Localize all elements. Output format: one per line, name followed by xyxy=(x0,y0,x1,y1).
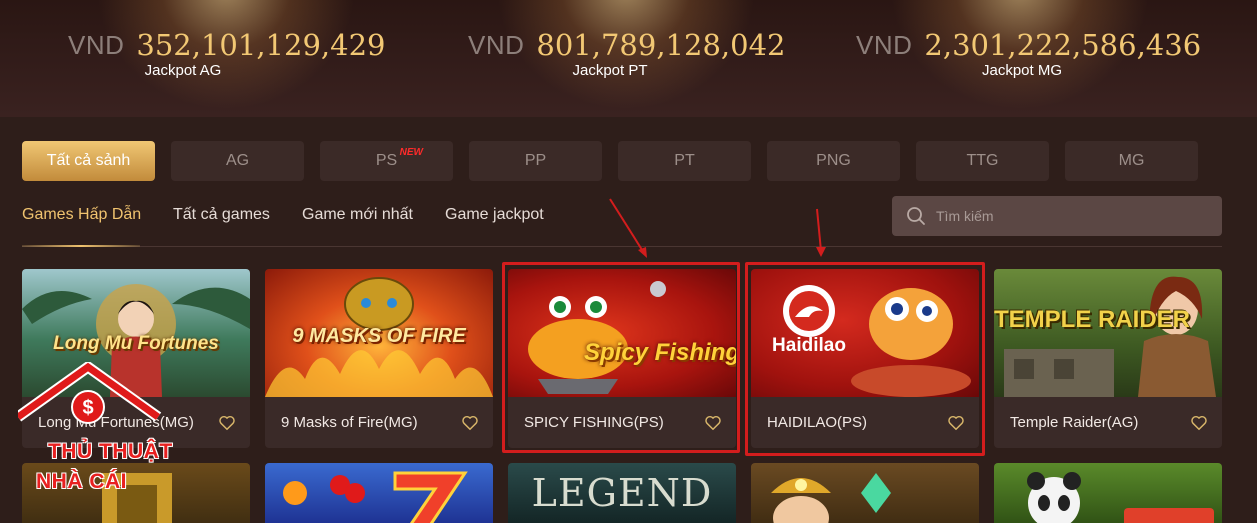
search-box[interactable] xyxy=(892,196,1222,236)
active-category-underline xyxy=(22,245,140,247)
provider-tab-png[interactable]: PNG xyxy=(767,141,900,181)
provider-tab-label: MG xyxy=(1118,152,1145,169)
heart-icon[interactable] xyxy=(218,414,236,432)
watermark-line1: THỦ THUẬT xyxy=(48,440,173,463)
game-thumbnail[interactable]: 9 MASKS OF FIRE xyxy=(265,269,493,397)
provider-tab-ag[interactable]: AG xyxy=(171,141,304,181)
watermark-line2: NHÀ CÁI xyxy=(36,470,127,493)
thumbnail-title: Long Mu Fortunes xyxy=(53,333,219,354)
category-tab-all-games[interactable]: Tất cả games xyxy=(173,206,270,224)
highlight-box xyxy=(745,262,985,456)
jackpot-mg: VND 2,301,222,586,436 Jackpot MG xyxy=(856,28,1201,79)
thumbnail-title: TEMPLE RAIDER xyxy=(994,306,1190,333)
jackpot-banner: VND 352,101,129,429 Jackpot AG VND 801,789… xyxy=(0,0,1257,117)
provider-tab-ttg[interactable]: TTG xyxy=(916,141,1049,181)
miner-art xyxy=(771,473,891,523)
game-card-row2-2[interactable] xyxy=(265,463,493,523)
provider-tab-label: Tất cả sảnh xyxy=(46,152,131,169)
provider-tab-label: AG xyxy=(225,152,250,169)
jackpot-value: 352,101,129,429 xyxy=(136,28,386,62)
category-tab-jackpot[interactable]: Game jackpot xyxy=(445,206,544,224)
jackpot-label: Jackpot MG xyxy=(981,62,1063,79)
game-card-temple-raider[interactable]: TEMPLE RAIDER Temple Raider(AG) xyxy=(994,269,1222,448)
category-tab-new-games[interactable]: Game mới nhất xyxy=(302,206,413,224)
provider-tab-all[interactable]: Tất cả sảnh xyxy=(22,141,155,181)
jackpot-currency: VND xyxy=(856,29,913,60)
game-card-row2-5[interactable] xyxy=(994,463,1222,523)
thumbnail-title: LEGEND xyxy=(531,471,713,515)
highlight-box xyxy=(502,262,740,453)
provider-tab-ps[interactable]: PS NEW xyxy=(320,141,453,181)
house-dollar-logo: $ xyxy=(18,362,162,424)
heart-icon[interactable] xyxy=(1190,414,1208,432)
provider-tab-label: PNG xyxy=(816,152,851,169)
jackpot-currency: VND xyxy=(468,29,525,60)
new-badge: NEW xyxy=(399,147,423,158)
provider-tab-label: TTG xyxy=(966,152,999,169)
svg-text:$: $ xyxy=(82,397,93,419)
jackpot-ag: VND 352,101,129,429 Jackpot AG xyxy=(68,28,385,79)
provider-tab-pt[interactable]: PT xyxy=(618,141,751,181)
jackpot-pt: VND 801,789,128,042 Jackpot PT xyxy=(468,28,785,79)
heart-icon[interactable] xyxy=(461,414,479,432)
game-thumbnail[interactable]: TEMPLE RAIDER xyxy=(994,269,1222,397)
card-footer: Temple Raider(AG) xyxy=(994,397,1222,448)
temple-raider-art xyxy=(1004,276,1216,397)
jackpot-label: Jackpot AG xyxy=(144,62,222,79)
provider-tab-label: PP xyxy=(524,152,547,169)
watermark: $ THỦ THUẬT NHÀ CÁI xyxy=(18,362,178,512)
jackpot-currency: VND xyxy=(68,29,125,60)
game-card-9-masks-of-fire[interactable]: 9 MASKS OF FIRE 9 Masks of Fire(MG) xyxy=(265,269,493,448)
jackpot-value: 801,789,128,042 xyxy=(536,28,786,62)
category-tab-hot[interactable]: Games Hấp Dẫn xyxy=(22,206,141,224)
annotation-arrows xyxy=(609,198,826,258)
provider-tab-pp[interactable]: PP xyxy=(469,141,602,181)
thumbnail-title: 9 MASKS OF FIRE xyxy=(292,325,466,347)
card-footer: 9 Masks of Fire(MG) xyxy=(265,397,493,448)
search-input[interactable] xyxy=(936,208,1216,224)
provider-tab-mg[interactable]: MG xyxy=(1065,141,1198,181)
game-card-row2-3[interactable]: LEGEND xyxy=(508,463,736,523)
game-name: Temple Raider(AG) xyxy=(1010,414,1139,431)
provider-tab-label: PS xyxy=(375,152,398,169)
fruit-slot-art xyxy=(283,471,468,523)
game-card-row2-4[interactable] xyxy=(751,463,979,523)
game-name: 9 Masks of Fire(MG) xyxy=(281,414,418,431)
jackpot-label: Jackpot PT xyxy=(572,62,648,79)
provider-tab-label: PT xyxy=(674,152,695,169)
search-icon xyxy=(907,207,925,225)
jackpot-value: 2,301,222,586,436 xyxy=(924,28,1202,62)
panda-art xyxy=(1027,472,1214,523)
